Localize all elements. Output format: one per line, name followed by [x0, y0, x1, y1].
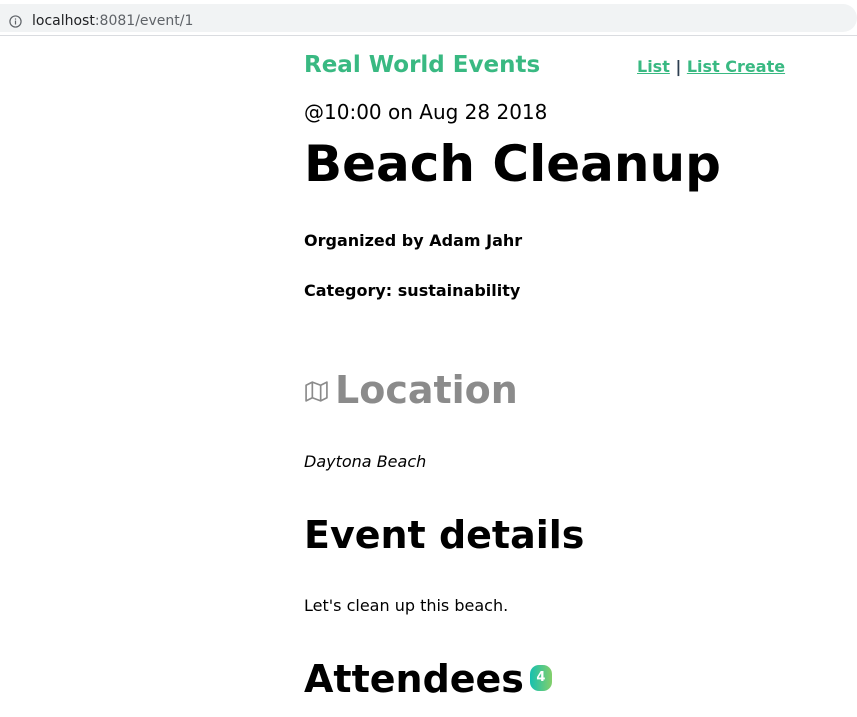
- attendees-heading: Attendees 4: [304, 654, 552, 704]
- location-heading-label: Location: [335, 368, 518, 412]
- url-text[interactable]: localhost:8081/event/1: [32, 13, 193, 29]
- event-category: Category: sustainability: [304, 281, 521, 300]
- event-organizer: Organized by Adam Jahr: [304, 231, 523, 250]
- browser-address-bar: localhost:8081/event/1: [0, 0, 857, 36]
- main-nav: List | List Create: [637, 57, 785, 76]
- brand-title: Real World Events: [304, 52, 541, 78]
- map-icon: [305, 380, 328, 402]
- nav-separator: |: [675, 57, 682, 76]
- event-location: Daytona Beach: [304, 452, 427, 471]
- event-page: Real World Events List | List Create @10…: [0, 36, 857, 717]
- event-description: Let's clean up this beach.: [304, 596, 509, 615]
- url-path: :8081/event/1: [94, 13, 194, 29]
- url-host: localhost: [32, 13, 95, 29]
- event-title: Beach Cleanup: [304, 135, 721, 193]
- attendees-count-badge: 4: [529, 665, 552, 691]
- url-field[interactable]: localhost:8081/event/1: [0, 4, 857, 32]
- event-details-heading: Event details: [304, 513, 585, 557]
- attendees-heading-label: Attendees: [304, 657, 524, 701]
- info-icon[interactable]: [9, 15, 22, 28]
- nav-link-create[interactable]: List Create: [687, 57, 785, 76]
- nav-link-list[interactable]: List: [637, 57, 670, 76]
- event-time: @10:00 on Aug 28 2018: [304, 100, 548, 124]
- location-heading: Location: [304, 364, 518, 416]
